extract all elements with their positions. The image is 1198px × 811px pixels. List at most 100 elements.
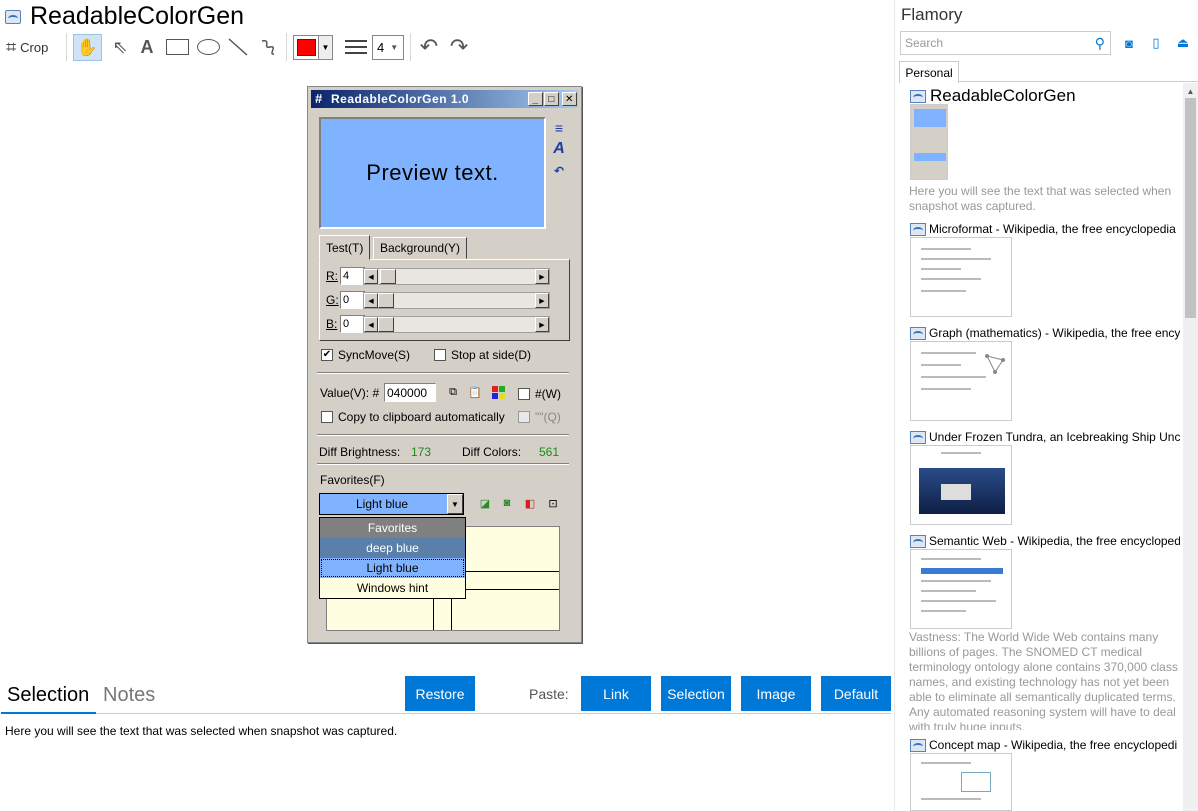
restore-button[interactable]: Restore — [405, 676, 475, 711]
pen-color-swatch — [297, 39, 316, 56]
more-icon[interactable]: ⊡ — [546, 496, 560, 510]
palette-icon[interactable] — [491, 385, 505, 399]
align-icon[interactable]: ≡ — [551, 120, 567, 136]
b-slider[interactable]: ◀ ▶ — [363, 316, 550, 333]
page-title: ReadableColorGen — [30, 2, 245, 30]
line-width-value: 4 — [377, 40, 385, 55]
paste-selection-button[interactable]: Selection — [661, 676, 731, 711]
line-tool-button[interactable] — [226, 36, 250, 58]
line-width-select[interactable]: 4 ▼ — [372, 35, 404, 60]
snapshot-thumbnail[interactable] — [910, 445, 1012, 525]
freehand-icon — [261, 40, 275, 55]
snapshot-thumbnail[interactable] — [910, 549, 1012, 629]
r-slider-thumb[interactable] — [380, 269, 396, 284]
snapshot-title[interactable]: Graph (mathematics) - Wikipedia, the fre… — [929, 326, 1180, 340]
snapshot-icon — [910, 327, 926, 340]
favorites-option[interactable]: Windows hint — [320, 578, 465, 598]
color-value-input[interactable]: 040000 — [384, 383, 436, 402]
font-icon[interactable]: A — [551, 140, 567, 157]
right-arrow-icon[interactable]: ▶ — [535, 269, 549, 284]
paste-link-button[interactable]: Link — [581, 676, 651, 711]
hash-checkbox[interactable]: #(W) — [518, 387, 561, 401]
minimize-button[interactable]: _ — [528, 92, 543, 106]
undo-icon: ↶ — [419, 34, 439, 59]
b-slider-thumb[interactable] — [378, 317, 394, 332]
sidebar-title: Flamory — [901, 5, 963, 24]
left-arrow-icon[interactable]: ◀ — [364, 293, 378, 308]
snapshot-title[interactable]: ReadableColorGen — [930, 86, 1076, 106]
search-icon[interactable]: ⚲ — [1095, 35, 1105, 52]
tab-background[interactable]: Background(Y) — [373, 237, 468, 259]
favorites-label: Favorites(F) — [320, 473, 385, 487]
document-icon[interactable]: ▯ — [1148, 34, 1164, 52]
snapshot-thumbnail[interactable] — [910, 104, 948, 180]
favorites-option[interactable]: Favorites — [320, 518, 465, 538]
undo-button[interactable]: ↶ — [417, 34, 441, 59]
snapshot-thumbnail[interactable] — [910, 753, 1012, 811]
favorites-select[interactable]: Light blue ▼ — [319, 493, 464, 515]
left-arrow-icon[interactable]: ◀ — [364, 317, 378, 332]
paste-default-button[interactable]: Default — [821, 676, 891, 711]
freehand-tool-button[interactable] — [257, 36, 279, 58]
snapshot-icon — [910, 431, 926, 444]
cursor-arrow-icon: ⇖ — [112, 36, 128, 57]
select-tool-button[interactable]: ⇖ — [110, 36, 130, 58]
scrollbar-thumb[interactable] — [1185, 98, 1196, 318]
right-arrow-icon[interactable]: ▶ — [535, 293, 549, 308]
copy-clipboard-checkbox[interactable]: Copy to clipboard automatically — [321, 410, 505, 424]
redo-button[interactable]: ↷ — [447, 34, 471, 59]
delete-favorite-icon[interactable]: ◧ — [523, 496, 537, 510]
paste-icon[interactable]: 📋 — [468, 385, 482, 399]
update-favorite-icon[interactable]: ◙ — [500, 496, 514, 510]
snapshot-title[interactable]: Concept map - Wikipedia, the free encycl… — [929, 738, 1180, 752]
tab-notes[interactable]: Notes — [103, 684, 155, 707]
close-button[interactable]: ✕ — [562, 92, 577, 106]
tab-selection[interactable]: Selection — [7, 684, 89, 707]
text-tool-button[interactable]: A — [137, 36, 157, 58]
snapshot-title[interactable]: Semantic Web - Wikipedia, the free encyc… — [929, 534, 1180, 548]
scroll-up-icon[interactable]: ▲ — [1183, 84, 1198, 98]
snapshot-title[interactable]: Microformat - Wikipedia, the free encycl… — [929, 222, 1180, 236]
crop-icon: ⌗ — [6, 36, 17, 57]
favorites-option[interactable]: deep blue — [320, 538, 465, 558]
hash-label: #(W) — [535, 387, 561, 401]
minimize-icon: _ — [532, 93, 539, 105]
paste-image-button[interactable]: Image — [741, 676, 811, 711]
reset-icon[interactable]: ↶ — [551, 163, 567, 179]
stop-at-side-checkbox[interactable]: Stop at side(D) — [434, 348, 531, 362]
search-input[interactable]: Search ⚲ — [900, 31, 1111, 55]
right-arrow-icon[interactable]: ▶ — [535, 317, 549, 332]
snapshot-icon — [910, 535, 926, 548]
g-slider[interactable]: ◀ ▶ — [363, 292, 550, 309]
checkbox-box — [434, 349, 446, 361]
stop-at-side-label: Stop at side(D) — [451, 348, 532, 362]
r-slider[interactable]: ◀ ▶ — [363, 268, 550, 285]
maximize-button[interactable]: □ — [544, 92, 559, 106]
search-placeholder: Search — [905, 36, 944, 50]
hand-tool-button[interactable]: ✋ — [73, 34, 102, 61]
snapshot-title[interactable]: Under Frozen Tundra, an Icebreaking Ship… — [929, 430, 1180, 444]
window-title: ReadableColorGen 1.0 — [331, 92, 470, 106]
tab-text[interactable]: Test(T) — [319, 235, 371, 260]
text-a-icon: A — [140, 36, 154, 57]
pen-color-picker[interactable]: ▼ — [293, 35, 333, 60]
quote-label: ""(Q) — [535, 410, 561, 424]
rectangle-tool-button[interactable] — [166, 39, 189, 55]
dock-top-icon[interactable]: ⏏ — [1175, 34, 1191, 52]
crop-button[interactable]: ⌗ Crop — [6, 36, 48, 58]
camera-icon[interactable]: ◙ — [1121, 34, 1137, 52]
g-label: G: — [326, 293, 339, 307]
left-arrow-icon[interactable]: ◀ — [364, 269, 378, 284]
copy-icon[interactable]: ⧉ — [446, 385, 460, 399]
line-width-icon — [345, 38, 367, 56]
window-titlebar: # ReadableColorGen 1.0 _ □ ✕ — [311, 90, 578, 108]
favorites-option[interactable]: Light blue — [320, 558, 465, 578]
g-slider-thumb[interactable] — [378, 293, 394, 308]
syncmove-checkbox[interactable]: ✔ SyncMove(S) — [321, 348, 410, 362]
snapshot-thumbnail[interactable] — [910, 341, 1012, 421]
tab-personal[interactable]: Personal — [899, 61, 959, 83]
snapshot-thumbnail[interactable] — [910, 237, 1012, 317]
add-favorite-icon[interactable]: ◪ — [478, 496, 492, 510]
close-icon: ✕ — [565, 93, 574, 105]
ellipse-tool-button[interactable] — [197, 39, 220, 55]
